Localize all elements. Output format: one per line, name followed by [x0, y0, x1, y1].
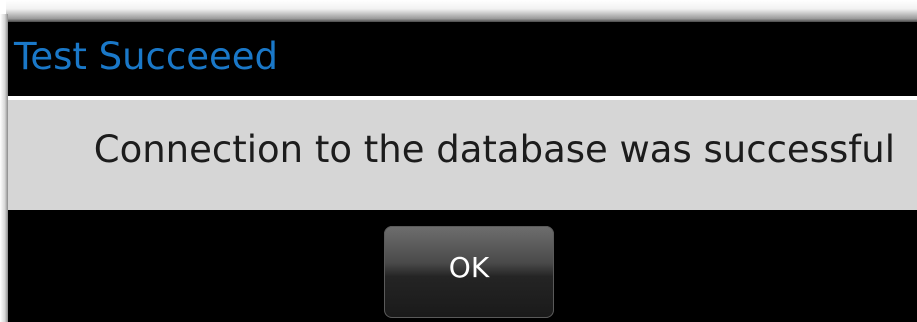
dialog-message: Connection to the database was successfu… — [93, 128, 895, 171]
ok-button-label: OK — [448, 251, 490, 284]
dialog-title: Test Succeeed — [14, 35, 279, 78]
dialog-button-area: OK — [8, 210, 917, 322]
ok-button[interactable]: OK — [384, 226, 554, 318]
message-dialog: Test Succeeed Connection to the database… — [8, 22, 917, 322]
dialog-title-bar: Test Succeeed — [8, 22, 917, 96]
message-band: Connection to the database was successfu… — [8, 100, 917, 210]
top-shadow — [6, 0, 917, 22]
left-shadow — [0, 14, 8, 322]
screenshot-frame: Test Succeeed Connection to the database… — [0, 0, 917, 322]
